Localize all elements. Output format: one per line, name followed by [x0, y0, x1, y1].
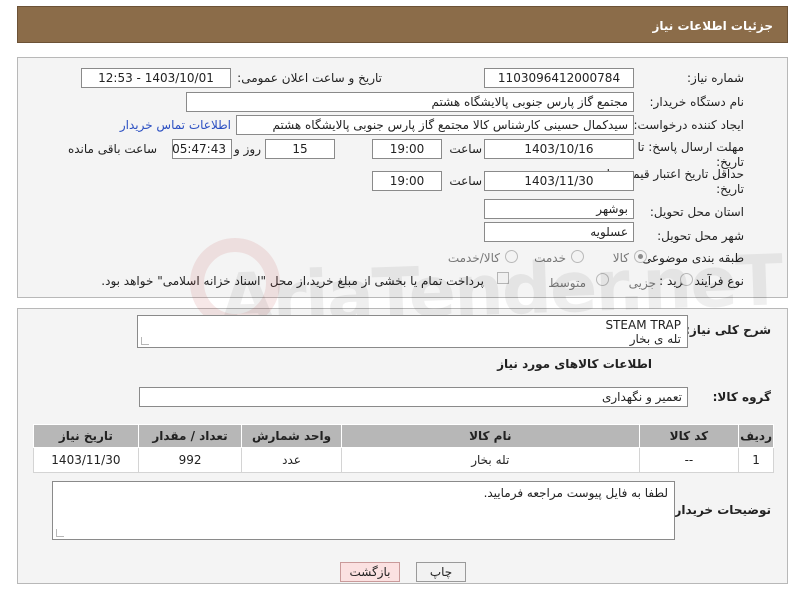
price-validity-date-field: 1403/11/30	[484, 171, 634, 191]
reply-deadline-date-field: 1403/10/16	[484, 139, 634, 159]
price-validity-time-label: ساعت	[449, 174, 482, 188]
buyer-contact-link[interactable]: اطلاعات تماس خریدار	[120, 118, 231, 132]
resize-grip-icon[interactable]	[141, 337, 149, 345]
cell-item-code: --	[638, 447, 740, 473]
col-quantity: تعداد / مقدار	[137, 424, 243, 448]
col-need-date: تاریخ نیاز	[33, 424, 139, 448]
buyer-notes-textarea: لطفا به فایل پیوست مراجعه فرمایید.	[52, 481, 675, 540]
page-header: جزئیات اطلاعات نیاز	[17, 6, 788, 43]
col-item-code: کد کالا	[638, 424, 740, 448]
resize-grip-icon[interactable]	[56, 529, 64, 537]
col-row-number: ردیف	[738, 424, 774, 448]
print-button[interactable]: چاپ	[416, 562, 466, 582]
need-description-textarea: STEAM TRAP تله ی بخار	[137, 315, 688, 348]
buyer-notes-text: لطفا به فایل پیوست مراجعه فرمایید.	[483, 486, 668, 500]
reply-deadline-time-field: 19:00	[372, 139, 442, 159]
cell-item-name: تله بخار	[340, 447, 640, 473]
need-number-label: شماره نیاز:	[687, 71, 744, 85]
requester-field: سیدکمال حسینی کارشناس کالا مجتمع گاز پار…	[236, 115, 634, 135]
buyer-org-label: نام دستگاه خریدار:	[649, 95, 745, 109]
need-description-label: شرح کلی نیاز:	[685, 323, 771, 337]
goods-info-title: اطلاعات کالاهای مورد نیاز	[497, 357, 652, 371]
remaining-time-label: ساعت باقی مانده	[67, 142, 157, 156]
need-number-field: 1103096412000784	[484, 68, 634, 88]
delivery-province-field: بوشهر	[484, 199, 634, 219]
requester-label: ایجاد کننده درخواست:	[633, 118, 744, 132]
table-header-row: ردیف کد کالا نام کالا واحد شمارش تعداد /…	[33, 424, 774, 448]
goods-group-field: تعمیر و نگهداری	[139, 387, 688, 407]
goods-table: ردیف کد کالا نام کالا واحد شمارش تعداد /…	[33, 424, 774, 473]
need-description-line2: تله ی بخار	[629, 332, 681, 346]
cell-quantity: 992	[137, 447, 243, 473]
back-button[interactable]: بازگشت	[340, 562, 400, 582]
cell-row-number: 1	[738, 447, 774, 473]
announce-datetime-field: 1403/10/01 - 12:53	[81, 68, 231, 88]
reply-deadline-time-label: ساعت	[449, 142, 482, 156]
cell-unit: عدد	[241, 447, 342, 473]
table-row: 1 -- تله بخار عدد 992 1403/11/30	[33, 447, 774, 473]
remaining-days-label: روز و	[234, 142, 261, 156]
buyer-notes-label: توضیحات خریدار:	[669, 503, 771, 517]
delivery-city-field: عسلویه	[484, 222, 634, 242]
need-description-line1: STEAM TRAP	[605, 318, 681, 332]
announce-datetime-label: تاریخ و ساعت اعلان عمومی:	[237, 71, 382, 85]
col-item-name: نام کالا	[340, 424, 640, 448]
buyer-org-field: مجتمع گاز پارس جنوبی پالایشگاه هشتم	[186, 92, 634, 112]
delivery-province-label: استان محل تحویل:	[649, 205, 744, 219]
reply-deadline-label: مهلت ارسال پاسخ: تا تاریخ:	[637, 140, 744, 169]
remaining-time-field: 05:47:43	[172, 139, 232, 159]
col-unit: واحد شمارش	[241, 424, 342, 448]
price-validity-time-field: 19:00	[372, 171, 442, 191]
cell-need-date: 1403/11/30	[33, 447, 139, 473]
remaining-days-field: 15	[265, 139, 335, 159]
goods-group-label: گروه کالا:	[712, 390, 771, 404]
page-title: جزئیات اطلاعات نیاز	[652, 19, 773, 33]
